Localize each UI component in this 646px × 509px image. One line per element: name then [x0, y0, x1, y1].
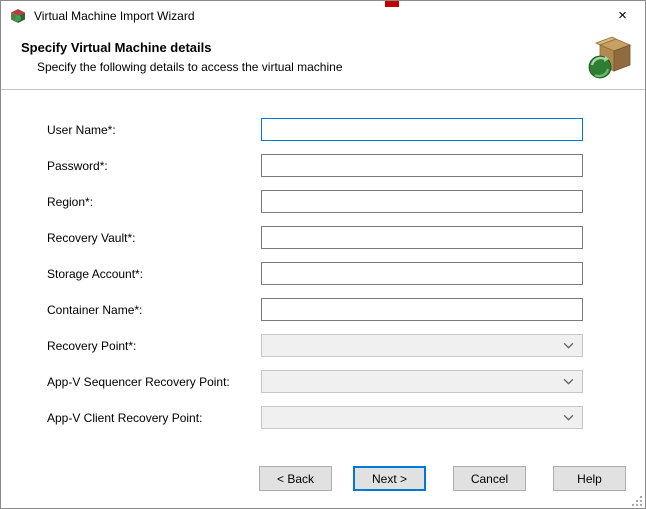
appv-client-recovery-point-label: App-V Client Recovery Point: [47, 411, 261, 425]
page-subtitle: Specify the following details to access … [37, 60, 645, 74]
chevron-down-icon [563, 342, 574, 349]
resize-grip-icon[interactable] [631, 494, 643, 506]
form-row: Container Name*: [47, 298, 645, 321]
page-title: Specify Virtual Machine details [21, 40, 645, 55]
close-button[interactable]: × [600, 1, 645, 31]
cancel-button[interactable]: Cancel [453, 466, 526, 491]
password-label: Password*: [47, 159, 261, 173]
red-marker [385, 1, 399, 7]
recovery-vault-field[interactable] [261, 226, 583, 249]
form-row: Region*: [47, 190, 645, 213]
container-name-field[interactable] [261, 298, 583, 321]
form-row: Password*: [47, 154, 645, 177]
recovery-point-label: Recovery Point*: [47, 339, 261, 353]
wizard-window: Virtual Machine Import Wizard × Specify … [0, 0, 646, 509]
window-title: Virtual Machine Import Wizard [34, 9, 195, 23]
chevron-down-icon [563, 414, 574, 421]
back-button[interactable]: < Back [259, 466, 332, 491]
container-name-label: Container Name*: [47, 303, 261, 317]
recovery-vault-label: Recovery Vault*: [47, 231, 261, 245]
form-row: Recovery Point*: [47, 334, 645, 357]
region-field[interactable] [261, 190, 583, 213]
next-button[interactable]: Next > [353, 466, 426, 491]
password-field[interactable] [261, 154, 583, 177]
details-form: User Name*: Password*: Region*: Recovery… [1, 90, 645, 429]
username-label: User Name*: [47, 123, 261, 137]
appv-client-recovery-point-dropdown[interactable] [261, 406, 583, 429]
form-row: User Name*: [47, 118, 645, 141]
import-box-icon [586, 35, 632, 81]
title-bar: Virtual Machine Import Wizard × [1, 1, 645, 31]
appv-sequencer-recovery-point-label: App-V Sequencer Recovery Point: [47, 375, 261, 389]
help-button[interactable]: Help [553, 466, 626, 491]
storage-account-field[interactable] [261, 262, 583, 285]
form-row: Storage Account*: [47, 262, 645, 285]
form-row: Recovery Vault*: [47, 226, 645, 249]
chevron-down-icon [563, 378, 574, 385]
form-row: App-V Client Recovery Point: [47, 406, 645, 429]
form-row: App-V Sequencer Recovery Point: [47, 370, 645, 393]
recovery-point-dropdown[interactable] [261, 334, 583, 357]
wizard-header: Specify Virtual Machine details Specify … [1, 31, 645, 90]
appv-sequencer-recovery-point-dropdown[interactable] [261, 370, 583, 393]
username-field[interactable] [261, 118, 583, 141]
button-row: < Back Next > Cancel Help [1, 466, 645, 491]
storage-account-label: Storage Account*: [47, 267, 261, 281]
region-label: Region*: [47, 195, 261, 209]
app-icon [10, 8, 26, 24]
